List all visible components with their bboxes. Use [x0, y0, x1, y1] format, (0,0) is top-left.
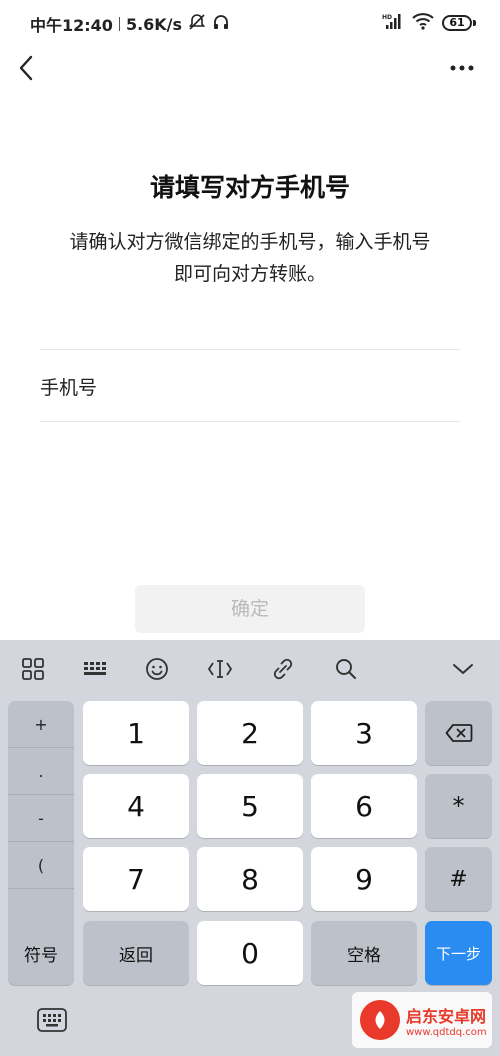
hash-key[interactable]: #	[425, 847, 492, 911]
symbol-key[interactable]: (	[8, 842, 74, 889]
watermark-text: 启东安卓网 www.qdtdq.com	[406, 1003, 487, 1038]
digit-key-0[interactable]: 0	[197, 921, 303, 985]
headphone-icon	[212, 13, 230, 35]
backspace-key[interactable]	[425, 701, 492, 765]
phone-input[interactable]	[130, 352, 460, 420]
page-title: 请填写对方手机号	[149, 173, 350, 202]
hd-label: HD	[382, 14, 392, 21]
battery-icon: 61	[442, 15, 476, 31]
status-right: HD 61	[382, 12, 476, 34]
digit-key-4[interactable]: 4	[83, 774, 189, 838]
space-key[interactable]: 空格	[311, 921, 417, 985]
status-left: 中午12:40 5.6K/s	[30, 12, 230, 36]
search-icon[interactable]	[331, 654, 361, 684]
switch-keyboard-button[interactable]	[36, 1004, 68, 1036]
back-button[interactable]	[10, 50, 42, 86]
phone-field[interactable]: 手机号	[40, 352, 460, 420]
keyboard-toolbar	[0, 640, 500, 698]
field-divider-bottom	[40, 421, 460, 422]
digit-key-9[interactable]: 9	[311, 847, 417, 911]
battery-level: 61	[442, 15, 472, 31]
symbol-column: + . - (	[8, 701, 74, 951]
phone-label: 手机号	[40, 376, 98, 399]
keyboard-layout-icon[interactable]	[80, 654, 110, 684]
collapse-keyboard-icon[interactable]	[448, 654, 478, 684]
symbols-key[interactable]: 符号	[8, 921, 74, 985]
confirm-button[interactable]: 确定	[135, 585, 365, 633]
status-time: 中午12:40	[30, 16, 113, 35]
numeric-keyboard: + . - ( 1 2 3 4 5 6 * 7 8 9 # 符号 返回 0 空格…	[0, 640, 500, 1056]
digit-key-2[interactable]: 2	[197, 701, 303, 765]
watermark-title: 启东安卓网	[406, 1006, 487, 1026]
watermark-url: www.qdtdq.com	[406, 1026, 487, 1038]
apps-grid-icon[interactable]	[18, 654, 48, 684]
more-options-button[interactable]	[444, 56, 480, 80]
subtitle-line-2: 即可向对方转账。	[173, 263, 326, 285]
symbol-key[interactable]: .	[8, 748, 74, 795]
return-key[interactable]: 返回	[83, 921, 189, 985]
symbol-key[interactable]: -	[8, 795, 74, 842]
watermark-logo-icon	[360, 1000, 400, 1040]
mute-icon	[188, 13, 206, 35]
digit-key-8[interactable]: 8	[197, 847, 303, 911]
keyboard-icon	[37, 1008, 67, 1032]
signal-icon: HD	[382, 12, 404, 34]
status-network-speed: 5.6K/s	[125, 14, 183, 34]
digit-key-1[interactable]: 1	[83, 701, 189, 765]
symbol-key[interactable]: +	[8, 701, 74, 748]
digit-key-6[interactable]: 6	[311, 774, 417, 838]
page-subtitle: 请确认对方微信绑定的手机号，输入手机号 即可向对方转账。	[40, 226, 460, 290]
field-divider-top	[40, 349, 460, 350]
status-separator	[118, 17, 120, 31]
wifi-icon	[412, 12, 434, 34]
status-bar: 中午12:40 5.6K/s HD 61	[0, 0, 500, 46]
digit-key-5[interactable]: 5	[197, 774, 303, 838]
battery-tip	[473, 20, 476, 26]
cursor-move-icon[interactable]	[205, 654, 235, 684]
subtitle-line-1: 请确认对方微信绑定的手机号，输入手机号	[69, 231, 431, 253]
digit-key-3[interactable]: 3	[311, 701, 417, 765]
watermark: 启东安卓网 www.qdtdq.com	[352, 992, 492, 1048]
more-dots-icon	[450, 65, 474, 71]
clipboard-link-icon[interactable]	[268, 654, 298, 684]
backspace-icon	[445, 724, 472, 742]
next-step-key[interactable]: 下一步	[425, 921, 492, 985]
star-key[interactable]: *	[425, 774, 492, 838]
emoji-icon[interactable]	[142, 654, 172, 684]
back-arrow-icon	[19, 55, 33, 81]
digit-key-7[interactable]: 7	[83, 847, 189, 911]
